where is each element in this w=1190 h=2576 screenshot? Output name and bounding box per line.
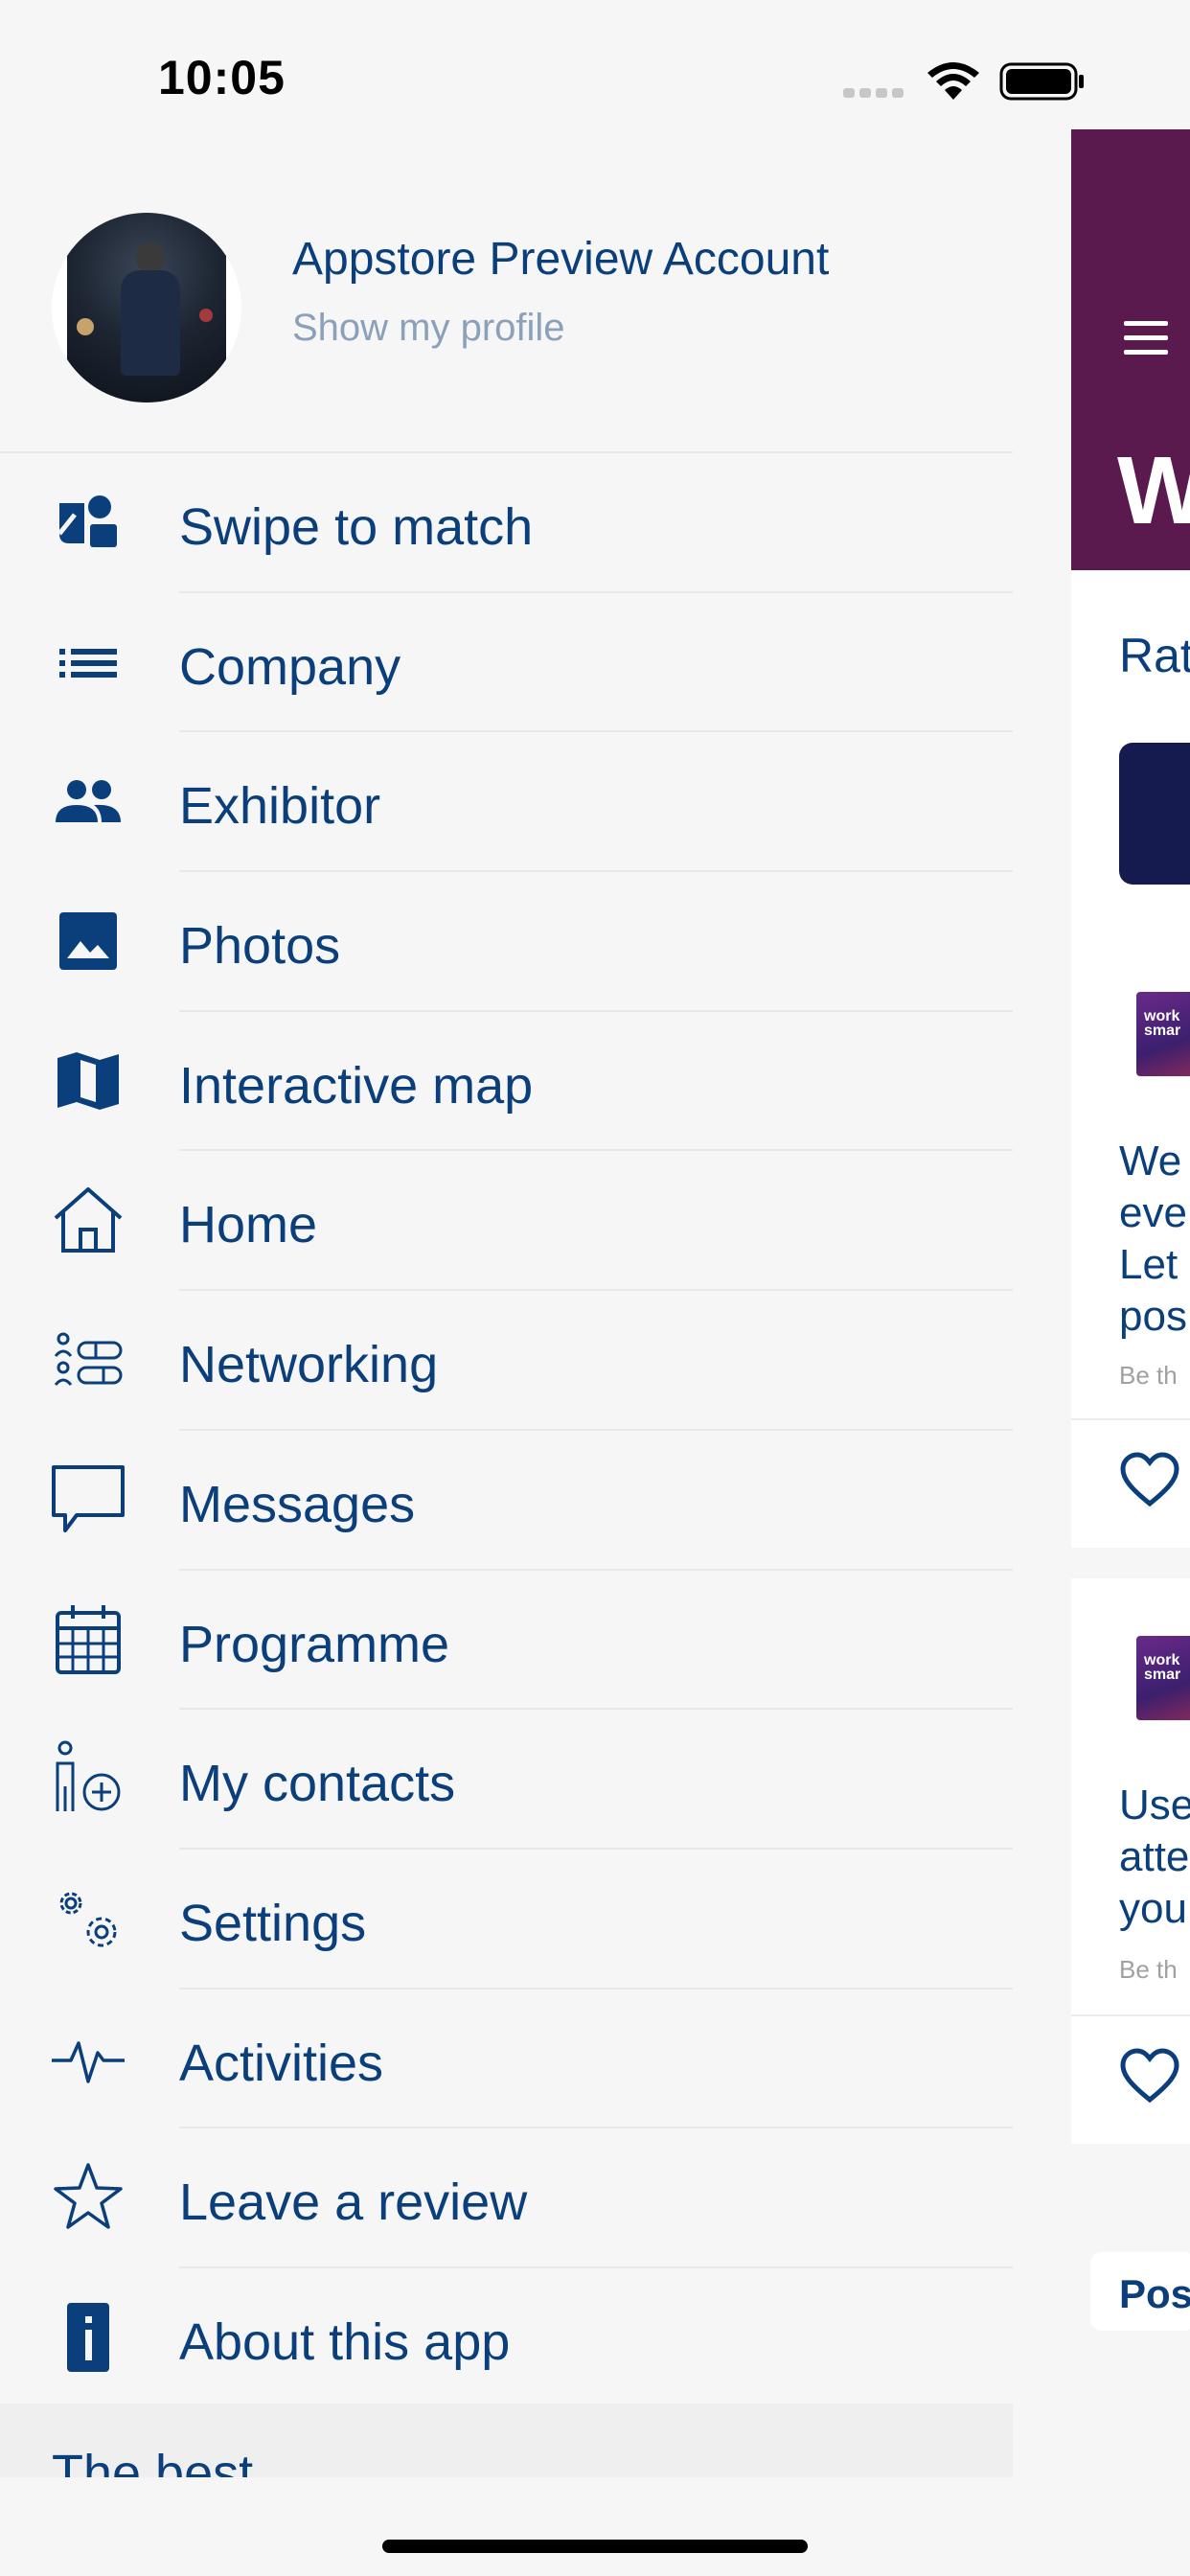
menu-item-networking[interactable]: Networking: [0, 1291, 1013, 1431]
menu-item-home[interactable]: Home: [0, 1151, 1013, 1292]
menu-item-messages[interactable]: Messages: [0, 1431, 1013, 1571]
post-text-line: you: [1119, 1885, 1187, 1932]
post-text-line: ever: [1119, 1189, 1190, 1236]
post-button[interactable]: Pos: [1090, 2252, 1190, 2331]
page-header: W: [1071, 129, 1190, 570]
menu-list: Swipe to match Company Exhibitor Photos …: [0, 453, 1013, 2408]
post-text-line: Use: [1119, 1782, 1190, 1828]
event-logo: work smar: [1136, 992, 1190, 1076]
menu-label: Photos: [179, 917, 341, 976]
avatar[interactable]: [52, 213, 241, 402]
background-page: W Rat work smar We ever Let pos Be th wo…: [1071, 129, 1190, 2477]
post-card: work smar Use atte you Be th: [1071, 1578, 1190, 2144]
list-icon: [48, 622, 128, 702]
cellular-signal-icon: [843, 88, 904, 100]
map-icon: [48, 1041, 128, 1121]
pulse-icon: [48, 2018, 128, 2099]
gears-icon: [48, 1878, 128, 1959]
menu-label: About this app: [179, 2312, 511, 2371]
post-text-line: pos: [1119, 1293, 1187, 1340]
wifi-icon: [927, 62, 979, 100]
drawer-footer: The best: [0, 2404, 1013, 2477]
event-logo: work smar: [1136, 1636, 1190, 1720]
chat-bubble-icon: [48, 1460, 128, 1540]
swipe-match-icon: [48, 482, 128, 563]
menu-item-settings[interactable]: Settings: [0, 1850, 1013, 1990]
post-text-line: Let: [1119, 1241, 1179, 1288]
menu-label: Company: [179, 637, 401, 696]
page-title: W: [1117, 437, 1190, 544]
battery-icon: [999, 62, 1084, 101]
profile-header[interactable]: Appstore Preview Account Show my profile: [0, 134, 1013, 450]
menu-item-about-this-app[interactable]: About this app: [0, 2268, 1013, 2408]
photo-icon: [48, 901, 128, 981]
menu-label: Exhibitor: [179, 777, 381, 836]
status-bar: 10:05: [0, 0, 1190, 134]
card-divider: [1071, 1418, 1190, 1420]
rate-label: Rat: [1119, 629, 1190, 682]
menu-label: Interactive map: [179, 1056, 534, 1115]
show-profile-link[interactable]: Show my profile: [292, 307, 565, 350]
people-icon: [48, 761, 128, 841]
home-indicator[interactable]: [382, 2540, 808, 2553]
post-meta: Be th: [1119, 1361, 1178, 1390]
menu-item-company[interactable]: Company: [0, 593, 1013, 733]
post-button-label: Pos: [1119, 2271, 1190, 2316]
networking-icon: [48, 1320, 128, 1400]
menu-label: Networking: [179, 1336, 439, 1394]
menu-label: Programme: [179, 1615, 450, 1673]
home-icon: [48, 1180, 128, 1260]
menu-item-swipe-to-match[interactable]: Swipe to match: [0, 453, 1013, 593]
profile-name: Appstore Preview Account: [292, 234, 830, 285]
menu-item-interactive-map[interactable]: Interactive map: [0, 1012, 1013, 1152]
menu-label: Leave a review: [179, 2174, 528, 2232]
menu-label: My contacts: [179, 1755, 456, 1813]
menu-label: Messages: [179, 1475, 416, 1533]
add-contact-icon: [48, 1738, 128, 1819]
status-time: 10:05: [158, 51, 286, 104]
heart-icon[interactable]: [1119, 2048, 1180, 2104]
menu-item-programme[interactable]: Programme: [0, 1571, 1013, 1711]
star-icon: [48, 2157, 128, 2238]
menu-item-exhibitor[interactable]: Exhibitor: [0, 732, 1013, 873]
info-icon: [48, 2297, 128, 2378]
menu-label: Activities: [179, 2034, 384, 2092]
card-divider: [1071, 2014, 1190, 2016]
menu-item-leave-a-review[interactable]: Leave a review: [0, 2128, 1013, 2268]
menu-label: Swipe to match: [179, 498, 534, 556]
rate-button[interactable]: [1119, 743, 1190, 885]
footer-label: The best: [52, 2445, 254, 2477]
menu-label: Home: [179, 1196, 318, 1254]
post-text-line: atte: [1119, 1833, 1190, 1880]
menu-item-my-contacts[interactable]: My contacts: [0, 1710, 1013, 1850]
hamburger-menu-icon[interactable]: [1124, 321, 1168, 356]
navigation-drawer: Appstore Preview Account Show my profile…: [0, 134, 1013, 2477]
menu-label: Settings: [179, 1894, 367, 1952]
calendar-icon: [48, 1599, 128, 1680]
heart-icon[interactable]: [1119, 1452, 1180, 1507]
post-text-line: We: [1119, 1138, 1182, 1184]
post-card: work smar We ever Let pos Be th: [1071, 934, 1190, 1548]
post-meta: Be th: [1119, 1955, 1178, 1984]
menu-item-photos[interactable]: Photos: [0, 872, 1013, 1012]
menu-item-activities[interactable]: Activities: [0, 1990, 1013, 2129]
